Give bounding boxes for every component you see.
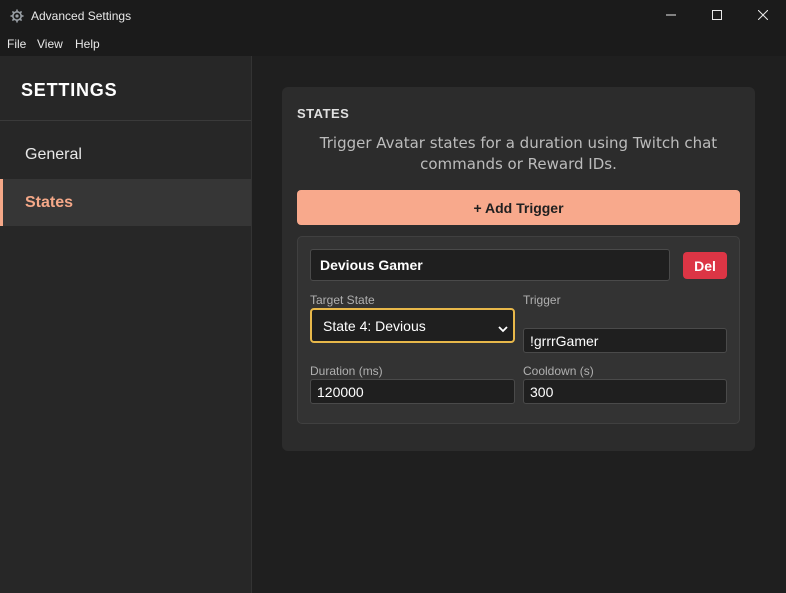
maximize-button[interactable] [694, 0, 740, 32]
sidebar-item-states[interactable]: States [0, 179, 251, 226]
close-icon [757, 7, 769, 25]
window-title: Advanced Settings [31, 9, 132, 23]
cooldown-input[interactable]: 300 [523, 379, 727, 404]
target-state-label: Target State [310, 293, 375, 307]
target-state-select[interactable]: State 4: Devious [310, 308, 515, 343]
trigger-name-input[interactable]: Devious Gamer [310, 249, 670, 281]
cooldown-label: Cooldown (s) [523, 364, 594, 378]
target-state-value: State 4: Devious [323, 317, 426, 334]
minimize-button[interactable] [648, 0, 694, 32]
sidebar-heading: SETTINGS [21, 80, 118, 100]
sidebar-divider [0, 120, 251, 121]
trigger-label: Trigger [523, 293, 561, 307]
menu-help[interactable]: Help [75, 37, 100, 51]
sidebar-item-label: General [25, 145, 82, 163]
duration-label: Duration (ms) [310, 364, 383, 378]
title-bar: Advanced Settings [0, 0, 786, 32]
duration-input[interactable]: 120000 [310, 379, 515, 404]
add-trigger-button[interactable]: + Add Trigger [297, 190, 740, 225]
chevron-down-icon [498, 321, 508, 333]
sidebar-item-label: States [25, 193, 74, 211]
maximize-icon [712, 7, 722, 25]
card-title: STATES [297, 106, 350, 121]
gear-icon [10, 9, 24, 23]
main-content: STATES Trigger Avatar states for a durat… [253, 56, 786, 593]
menu-file[interactable]: File [7, 37, 26, 51]
card-description: Trigger Avatar states for a duration usi… [319, 134, 718, 173]
close-button[interactable] [740, 0, 786, 32]
delete-trigger-button[interactable]: Del [683, 252, 727, 279]
states-card: STATES Trigger Avatar states for a durat… [282, 87, 755, 451]
sidebar-item-general[interactable]: General [0, 131, 251, 178]
sidebar: SETTINGS General States [0, 56, 252, 593]
trigger-entry: Devious Gamer Del Target State Trigger S… [297, 236, 740, 424]
minimize-icon [666, 7, 676, 25]
trigger-command-input[interactable]: !grrrGamer [523, 328, 727, 353]
menu-bar: File View Help [0, 32, 786, 56]
menu-view[interactable]: View [37, 37, 63, 51]
